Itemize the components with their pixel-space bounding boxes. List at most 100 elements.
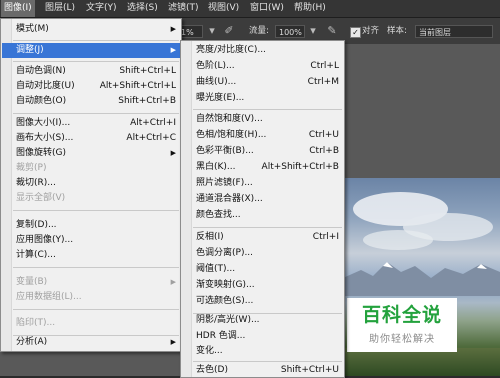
menu-item-shadows-highlights[interactable]: 阴影/高光(W)... — [182, 313, 343, 328]
menu-item-calculations[interactable]: 计算(C)... — [2, 248, 180, 263]
village-strip — [343, 348, 500, 376]
menu-filter[interactable]: 滤镜(T) — [165, 0, 202, 17]
flow-label: 流量: — [249, 26, 269, 36]
dropdown-arrow-icon[interactable]: ▾ — [205, 24, 219, 38]
menu-item-vibrance[interactable]: 自然饱和度(V)... — [182, 112, 343, 127]
menu-item-analysis[interactable]: 分析(A) ▶ — [2, 335, 180, 350]
menu-item-apply-data-set[interactable]: 应用数据组(L)... — [2, 290, 180, 305]
menu-item-label: 裁剪(P) — [16, 163, 47, 173]
menu-item-black-white[interactable]: 黑白(K)... Alt+Shift+Ctrl+B — [182, 160, 343, 175]
menu-separator — [13, 40, 179, 41]
submenu-arrow-icon: ▶ — [170, 278, 176, 286]
menu-item-exposure[interactable]: 曝光度(E)... — [182, 91, 343, 106]
menu-item-crop[interactable]: 裁剪(P) — [2, 161, 180, 176]
menu-type[interactable]: 文字(Y) — [83, 0, 120, 17]
menu-item-brightness-contrast[interactable]: 亮度/对比度(C)... — [182, 43, 343, 58]
menu-item-duplicate[interactable]: 复制(D)... — [2, 218, 180, 233]
menu-item-auto-tone[interactable]: 自动色调(N) Shift+Ctrl+L — [2, 64, 180, 79]
menu-item-label: 应用图像(Y)... — [16, 235, 74, 245]
menu-item-levels[interactable]: 色阶(L)... Ctrl+L — [182, 59, 343, 74]
submenu-arrow-icon: ▶ — [170, 46, 176, 54]
menu-item-label: 自然饱和度(V)... — [196, 114, 263, 124]
menu-item-label: 色彩平衡(B)... — [196, 146, 254, 156]
shortcut-text: Ctrl+I — [312, 232, 339, 242]
menu-item-image-rotation[interactable]: 图像旋转(G) ▶ — [2, 146, 180, 161]
menu-item-selective-color[interactable]: 可选颜色(S)... — [182, 294, 343, 309]
menu-item-invert[interactable]: 反相(I) Ctrl+I — [182, 230, 343, 245]
image-menu: 模式(M) ▶ 调整(J) ▶ 自动色调(N) Shift+Ctrl+L 自动对… — [0, 18, 182, 352]
shortcut-text: Shift+Ctrl+B — [118, 96, 176, 106]
menu-item-hdr-toning[interactable]: HDR 色调... — [182, 329, 343, 344]
watermark-subtitle: 助你轻松解决 — [369, 334, 435, 345]
watermark-title: 百科全说 — [361, 304, 442, 326]
menu-item-posterize[interactable]: 色调分离(P)... — [182, 246, 343, 261]
menu-item-auto-color[interactable]: 自动颜色(O) Shift+Ctrl+B — [2, 94, 180, 109]
menu-image[interactable]: 图像(I) — [1, 0, 35, 17]
pressure-opacity-icon[interactable]: ✐ — [222, 24, 236, 38]
menu-item-color-lookup[interactable]: 颜色查找... — [182, 208, 343, 223]
menu-item-label: 可选颜色(S)... — [196, 296, 254, 306]
menu-item-image-size[interactable]: 图像大小(I)... Alt+Ctrl+I — [2, 116, 180, 131]
flow-dropdown-icon[interactable]: ▾ — [306, 24, 320, 38]
mountain-range — [343, 262, 500, 296]
menu-item-label: 通道混合器(X)... — [196, 194, 263, 204]
shortcut-text: Alt+Ctrl+C — [126, 133, 176, 143]
menu-item-gradient-map[interactable]: 渐变映射(G)... — [182, 278, 343, 293]
shortcut-text: Ctrl+B — [309, 146, 339, 156]
menu-item-label: 应用数据组(L)... — [16, 292, 82, 302]
menu-item-label: 计算(C)... — [16, 250, 56, 260]
menu-item-auto-contrast[interactable]: 自动对比度(U) Alt+Shift+Ctrl+L — [2, 79, 180, 94]
adjustments-submenu: 亮度/对比度(C)... 色阶(L)... Ctrl+L 曲线(U)... Ct… — [180, 40, 345, 378]
menu-separator — [193, 227, 342, 228]
menu-item-photo-filter[interactable]: 照片滤镜(F)... — [182, 176, 343, 191]
menu-item-label: 分析(A) — [16, 337, 48, 347]
cloud — [363, 230, 433, 250]
sample-label: 样本: — [387, 26, 407, 36]
menu-separator — [193, 109, 342, 110]
menu-item-mode[interactable]: 模式(M) ▶ — [2, 22, 180, 37]
menu-item-variables[interactable]: 变量(B) ▶ — [2, 275, 180, 290]
menu-item-label: 反相(I) — [196, 232, 224, 242]
menu-item-curves[interactable]: 曲线(U)... Ctrl+M — [182, 75, 343, 90]
menu-item-label: 色相/饱和度(H)... — [196, 130, 267, 140]
menu-item-hue-saturation[interactable]: 色相/饱和度(H)... Ctrl+U — [182, 128, 343, 143]
menu-layer[interactable]: 图层(L) — [42, 0, 78, 17]
menu-item-reveal-all[interactable]: 显示全部(V) — [2, 191, 180, 206]
menu-item-label: 自动对比度(U) — [16, 81, 75, 91]
menu-item-label: 模式(M) — [16, 24, 49, 34]
align-label: 对齐 — [362, 26, 380, 36]
menu-separator — [13, 113, 179, 114]
menu-item-variations[interactable]: 变化... — [182, 344, 343, 359]
menu-item-threshold[interactable]: 阈值(T)... — [182, 262, 343, 277]
menu-item-trim[interactable]: 裁切(R)... — [2, 176, 180, 191]
menu-item-adjustments[interactable]: 调整(J) ▶ — [2, 43, 180, 58]
menu-help[interactable]: 帮助(H) — [291, 0, 329, 17]
menu-item-label: 曝光度(E)... — [196, 93, 245, 103]
menu-view[interactable]: 视图(V) — [205, 0, 242, 17]
menu-item-label: 色阶(L)... — [196, 61, 235, 71]
airbrush-icon[interactable]: ✎ — [325, 24, 339, 38]
menu-item-label: 显示全部(V) — [16, 193, 66, 203]
menu-item-color-balance[interactable]: 色彩平衡(B)... Ctrl+B — [182, 144, 343, 159]
shortcut-text: Alt+Ctrl+I — [130, 118, 176, 128]
menu-item-apply-image[interactable]: 应用图像(Y)... — [2, 233, 180, 248]
menu-item-label: 图像旋转(G) — [16, 148, 66, 158]
shortcut-text: Ctrl+M — [307, 77, 339, 87]
flow-field[interactable]: 100% — [275, 25, 305, 38]
align-checkbox[interactable]: ✓ — [350, 27, 361, 38]
menu-select[interactable]: 选择(S) — [124, 0, 161, 17]
shortcut-text: Ctrl+L — [310, 61, 339, 71]
menu-item-canvas-size[interactable]: 画布大小(S)... Alt+Ctrl+C — [2, 131, 180, 146]
menu-window[interactable]: 窗口(W) — [247, 0, 287, 17]
shortcut-text: Shift+Ctrl+L — [119, 66, 176, 76]
menu-separator — [13, 210, 179, 211]
menu-separator — [193, 361, 342, 362]
menu-item-label: 图像大小(I)... — [16, 118, 71, 128]
submenu-arrow-icon: ▶ — [170, 149, 176, 157]
menu-item-label: 变化... — [196, 346, 223, 356]
sample-select[interactable]: 当前图层 — [415, 25, 493, 38]
menu-item-label: 渐变映射(G)... — [196, 280, 255, 290]
menu-item-trap[interactable]: 陷印(T)... — [2, 316, 180, 331]
menu-item-label: 阴影/高光(W)... — [196, 315, 260, 325]
menu-item-channel-mixer[interactable]: 通道混合器(X)... — [182, 192, 343, 207]
